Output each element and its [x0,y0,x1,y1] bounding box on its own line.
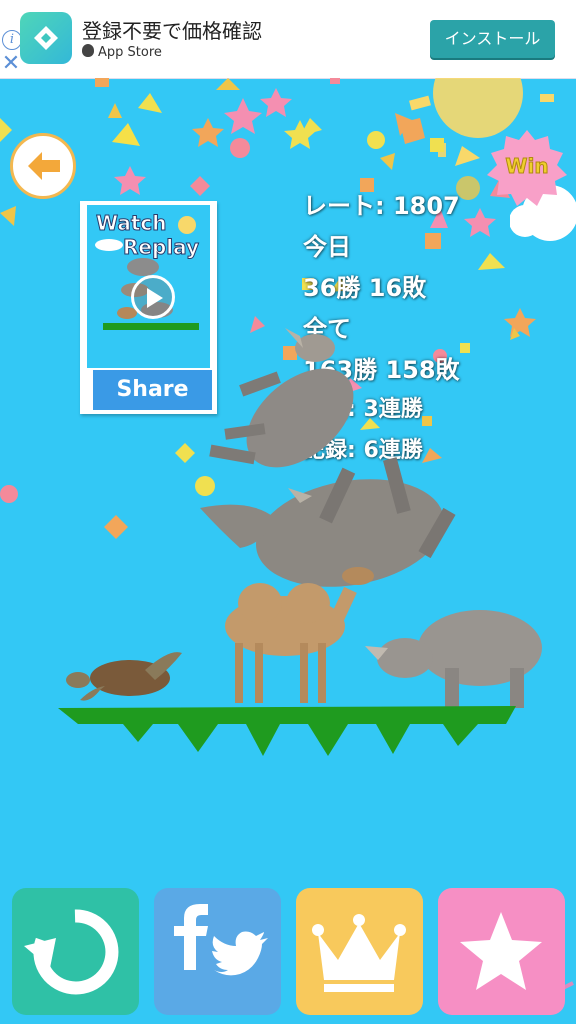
share-social-button[interactable] [154,888,281,1015]
apple-icon [82,44,94,57]
animal-stack [66,328,542,708]
retry-button[interactable] [12,888,139,1015]
install-button[interactable]: インストール [430,20,555,58]
rhino-top [209,328,354,468]
rhino-standing [365,610,542,708]
ad-app-icon[interactable] [20,12,72,64]
ad-store-name: App Store [98,45,162,60]
today-record: 36勝 16敗 [303,274,427,302]
today-label: 今日 [303,233,351,261]
camel [225,567,374,703]
ad-store-label: App Store [82,44,162,60]
bottom-toolbar [0,886,576,1024]
ranking-button[interactable] [296,888,423,1015]
back-button[interactable] [10,133,76,199]
star-icon [460,912,542,990]
sea-turtle [66,652,182,701]
ad-banner[interactable]: i ✕ 登録不要で価格確認 App Store インストール [0,0,576,79]
game-area: Win Watch Replay Share レート: 1807 今日 36勝 … [0,78,576,1024]
close-icon[interactable]: ✕ [0,53,22,75]
retry-icon [24,909,119,995]
info-icon[interactable]: i [2,30,22,50]
rhino-middle [200,457,456,587]
watch-replay-subtitle: Replay [122,235,200,260]
win-label: Win [505,154,549,179]
favorite-button[interactable] [438,888,565,1015]
win-badge: Win [485,128,569,212]
rate-text: レート: 1807 [303,192,460,220]
crown-icon [312,914,406,992]
watch-replay-title: Watch [96,211,167,236]
back-arrow-icon [28,152,60,180]
ad-title[interactable]: 登録不要で価格確認 [82,15,262,44]
ground-platform [58,706,516,756]
facebook-twitter-icon [174,904,268,976]
